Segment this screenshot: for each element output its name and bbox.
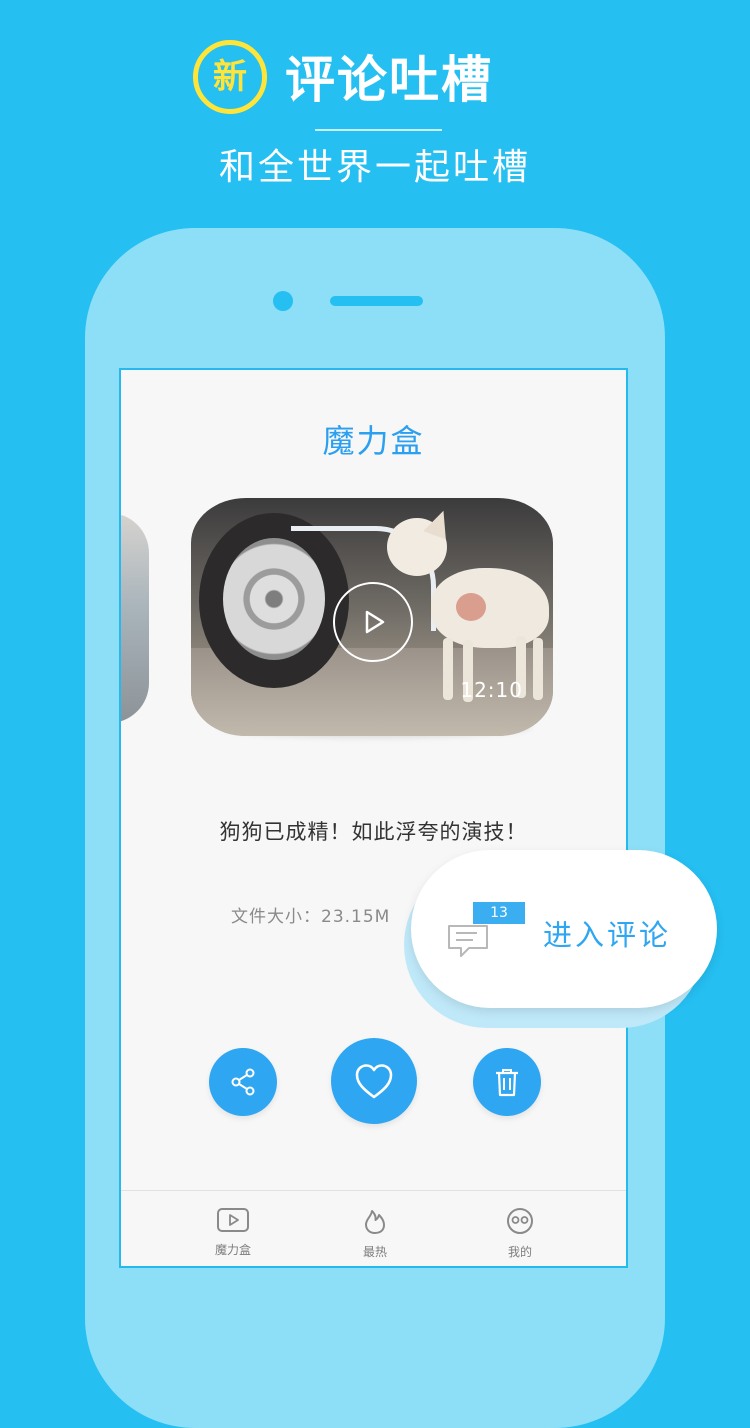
thumbnail-dog-leg [533, 638, 543, 700]
tab-hot[interactable]: 最热 [335, 1207, 415, 1260]
hero-title: 评论吐槽 [285, 51, 493, 109]
flame-icon [365, 1210, 385, 1234]
share-icon [231, 1068, 255, 1096]
play-icon [365, 610, 385, 634]
thumbnail-dog-patch [456, 593, 486, 621]
video-thumbnail[interactable]: 12:10 [191, 498, 553, 736]
delete-button[interactable] [473, 1048, 541, 1116]
enter-comments-button[interactable]: 13 进入评论 [411, 850, 717, 1008]
hero-divider [315, 129, 442, 131]
tab-label: 我的 [507, 1245, 532, 1259]
new-badge: 新 [193, 40, 267, 114]
phone-screen: 魔力盒 12:10 狗狗已成精！如此浮夸的演技！ 文件大小：23.15M 魔力盒… [119, 368, 628, 1268]
like-button[interactable] [331, 1038, 417, 1124]
play-button[interactable] [333, 582, 413, 662]
comment-count-badge: 13 [473, 902, 525, 924]
thumbnail-dog-leg [443, 638, 453, 700]
file-size: 文件大小：23.15M [231, 907, 391, 927]
phone-speaker [330, 296, 423, 306]
thumbnail-dog-body [431, 568, 549, 648]
tab-label: 最热 [362, 1245, 387, 1259]
video-icon [217, 1208, 249, 1232]
tab-magic-box[interactable]: 魔力盒 [193, 1207, 273, 1258]
tab-label: 魔力盒 [214, 1243, 251, 1257]
previous-video-card[interactable] [121, 513, 149, 723]
tab-mine[interactable]: 我的 [480, 1207, 560, 1260]
phone-camera [273, 291, 293, 311]
enter-comments-label: 进入评论 [543, 918, 672, 952]
video-duration: 12:10 [460, 678, 523, 702]
screen-title: 魔力盒 [322, 422, 425, 460]
share-button[interactable] [209, 1048, 277, 1116]
heart-icon [355, 1064, 393, 1099]
hero-subtitle: 和全世界一起吐槽 [218, 147, 531, 188]
trash-icon [496, 1069, 518, 1097]
video-caption: 狗狗已成精！如此浮夸的演技！ [219, 820, 528, 844]
face-icon [507, 1208, 533, 1234]
tab-bar: 魔力盒 最热 我的 [121, 1190, 626, 1266]
